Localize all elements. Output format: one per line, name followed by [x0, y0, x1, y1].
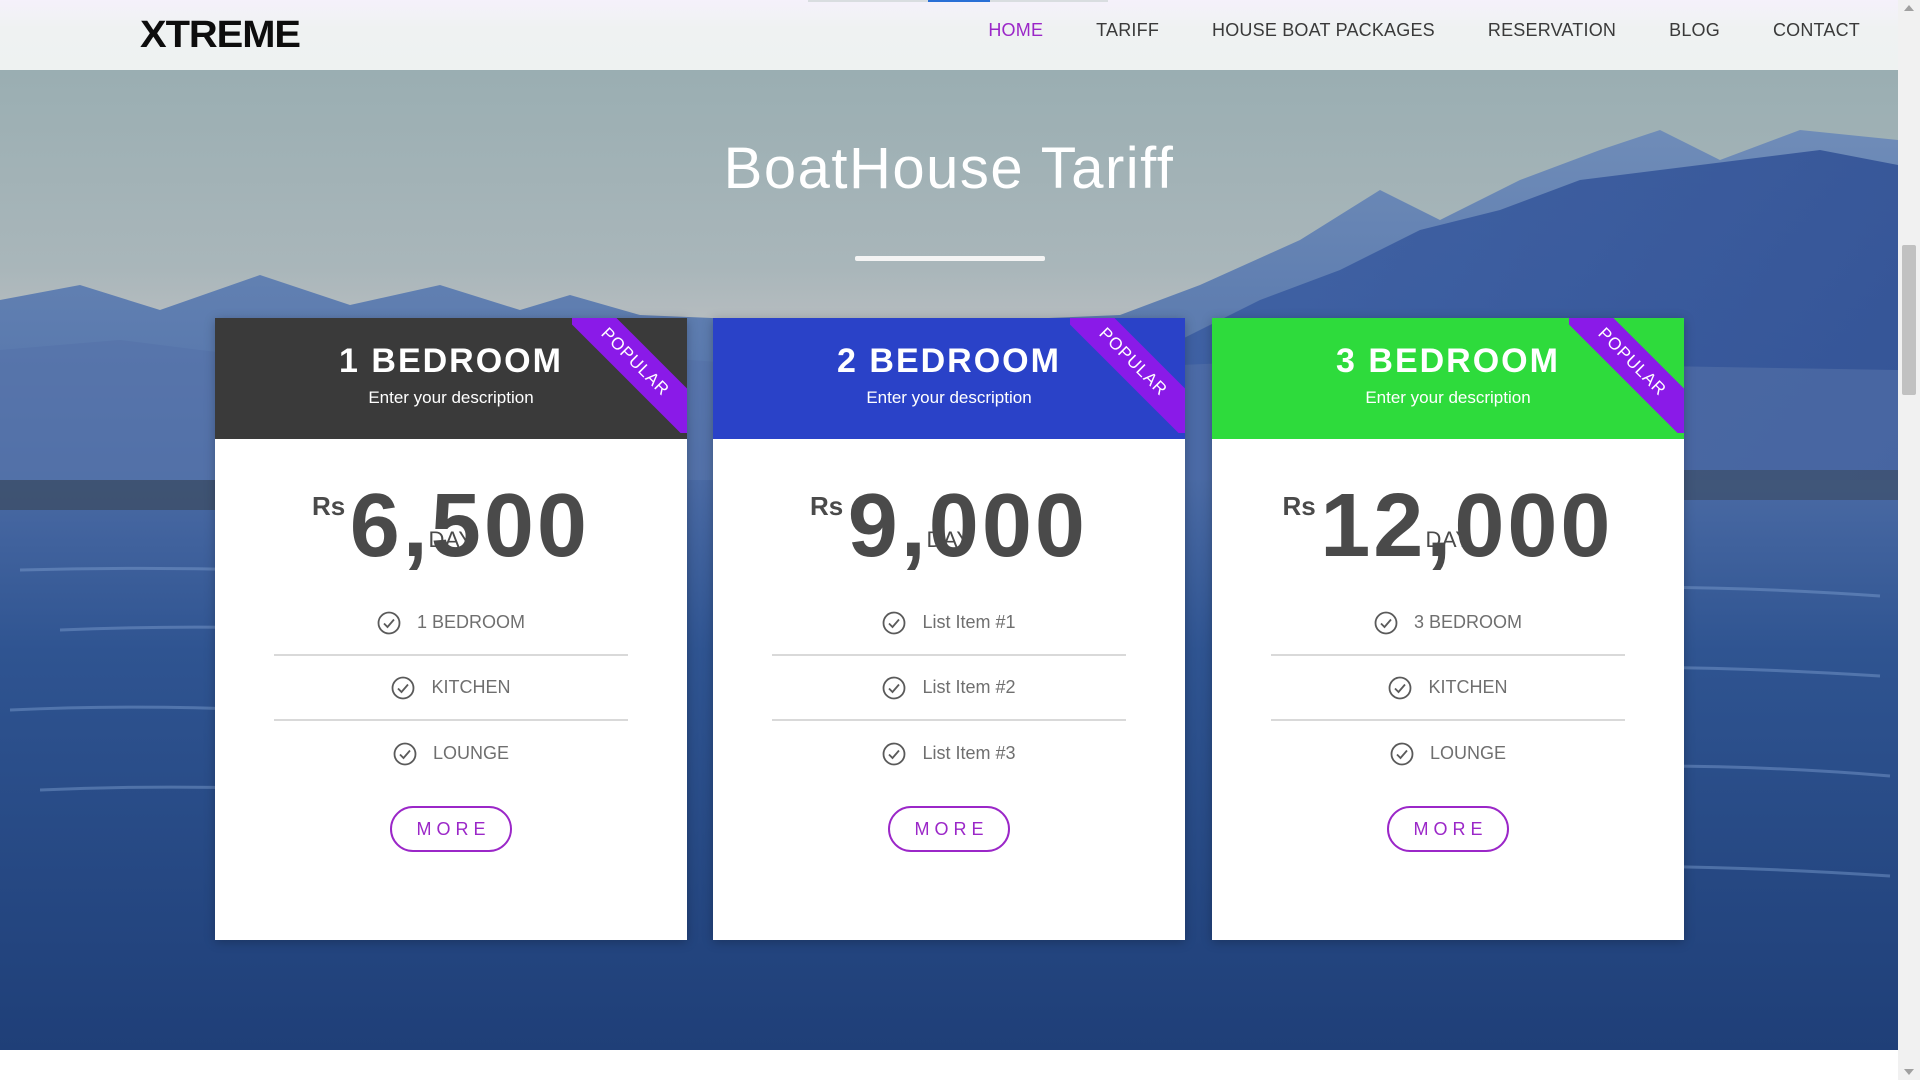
- main-navigation: HOME TARIFF HOUSE BOAT PACKAGES RESERVAT…: [935, 0, 1860, 60]
- check-circle-icon: [883, 676, 906, 699]
- price: Rs 12,000: [1212, 439, 1684, 571]
- ribbon-label: POPULAR: [572, 318, 687, 433]
- check-circle-icon: [392, 676, 415, 699]
- nav-link-tariff[interactable]: TARIFF: [1096, 20, 1159, 41]
- more-button[interactable]: MORE: [888, 806, 1010, 852]
- more-button[interactable]: MORE: [390, 806, 512, 852]
- nav-link-contact[interactable]: CONTACT: [1773, 20, 1860, 41]
- check-circle-icon: [1390, 742, 1414, 765]
- section-title: BoatHouse Tariff: [723, 136, 1175, 201]
- check-circle-icon: [1389, 676, 1412, 699]
- currency-symbol: Rs: [810, 491, 844, 521]
- check-circle-icon: [1374, 611, 1398, 634]
- popular-ribbon: POPULAR: [1070, 318, 1185, 433]
- feature-label: LOUNGE: [1429, 743, 1507, 763]
- scroll-up-arrow-icon[interactable]: [1904, 5, 1914, 11]
- top-navbar: XTREME HOME TARIFF HOUSE BOAT PACKAGES R…: [0, 0, 1898, 70]
- list-item: List Item #1: [772, 591, 1126, 656]
- ribbon-label: POPULAR: [1569, 318, 1684, 433]
- list-item: KITCHEN: [274, 656, 628, 721]
- feature-list: 3 BEDROOM KITCHEN LOUNGE: [1271, 591, 1625, 786]
- list-item: LOUNGE: [274, 721, 628, 786]
- card-header: 1 BEDROOM Enter your description POPULAR: [215, 318, 687, 439]
- feature-label: KITCHEN: [1428, 677, 1508, 697]
- feature-list: List Item #1 List Item #2 List Item #3: [772, 591, 1126, 786]
- pricing-card-3-bedroom: 3 BEDROOM Enter your description POPULAR…: [1212, 318, 1684, 940]
- feature-label: LOUNGE: [432, 743, 510, 763]
- list-item: List Item #3: [772, 721, 1126, 786]
- pricing-card-2-bedroom: 2 BEDROOM Enter your description POPULAR…: [713, 318, 1185, 940]
- list-item: 3 BEDROOM: [1271, 591, 1625, 656]
- feature-label: List Item #2: [922, 677, 1016, 697]
- title-underline: [855, 256, 1045, 261]
- feature-label: List Item #3: [922, 743, 1016, 763]
- pricing-card-1-bedroom: 1 BEDROOM Enter your description POPULAR…: [215, 318, 687, 940]
- list-item: KITCHEN: [1271, 656, 1625, 721]
- scroll-down-arrow-icon[interactable]: [1904, 1069, 1914, 1075]
- scrollbar-thumb[interactable]: [1902, 245, 1916, 395]
- popular-ribbon: POPULAR: [1569, 318, 1684, 433]
- card-header: 2 BEDROOM Enter your description POPULAR: [713, 318, 1185, 439]
- check-circle-icon: [883, 611, 906, 634]
- nav-link-reservation[interactable]: RESERVATION: [1488, 20, 1616, 41]
- logo-text: XTREME: [140, 14, 301, 56]
- price-amount: 6,500: [349, 476, 590, 576]
- more-button[interactable]: MORE: [1387, 806, 1509, 852]
- price-amount: 12,000: [1320, 476, 1614, 576]
- currency-symbol: Rs: [1282, 491, 1316, 521]
- popular-ribbon: POPULAR: [572, 318, 687, 433]
- feature-label: 3 BEDROOM: [1413, 612, 1523, 632]
- check-circle-icon: [377, 611, 401, 634]
- nav-link-home[interactable]: HOME: [988, 20, 1043, 41]
- feature-label: List Item #1: [922, 612, 1016, 632]
- feature-list: 1 BEDROOM KITCHEN LOUNGE: [274, 591, 628, 786]
- feature-label: 1 BEDROOM: [416, 612, 526, 632]
- site-logo[interactable]: XTREME: [140, 16, 301, 54]
- price: Rs 6,500: [215, 439, 687, 571]
- nav-link-house-boat-packages[interactable]: HOUSE BOAT PACKAGES: [1212, 20, 1435, 41]
- list-item: LOUNGE: [1271, 721, 1625, 786]
- ribbon-label: POPULAR: [1070, 318, 1185, 433]
- list-item: 1 BEDROOM: [274, 591, 628, 656]
- list-item: List Item #2: [772, 656, 1126, 721]
- price: Rs 9,000: [713, 439, 1185, 571]
- price-amount: 9,000: [847, 476, 1088, 576]
- feature-label: KITCHEN: [431, 677, 511, 697]
- currency-symbol: Rs: [312, 491, 346, 521]
- card-header: 3 BEDROOM Enter your description POPULAR: [1212, 318, 1684, 439]
- check-circle-icon: [393, 742, 417, 765]
- page-scrollbar[interactable]: [1898, 0, 1920, 1080]
- nav-link-blog[interactable]: BLOG: [1669, 20, 1720, 41]
- check-circle-icon: [883, 742, 906, 765]
